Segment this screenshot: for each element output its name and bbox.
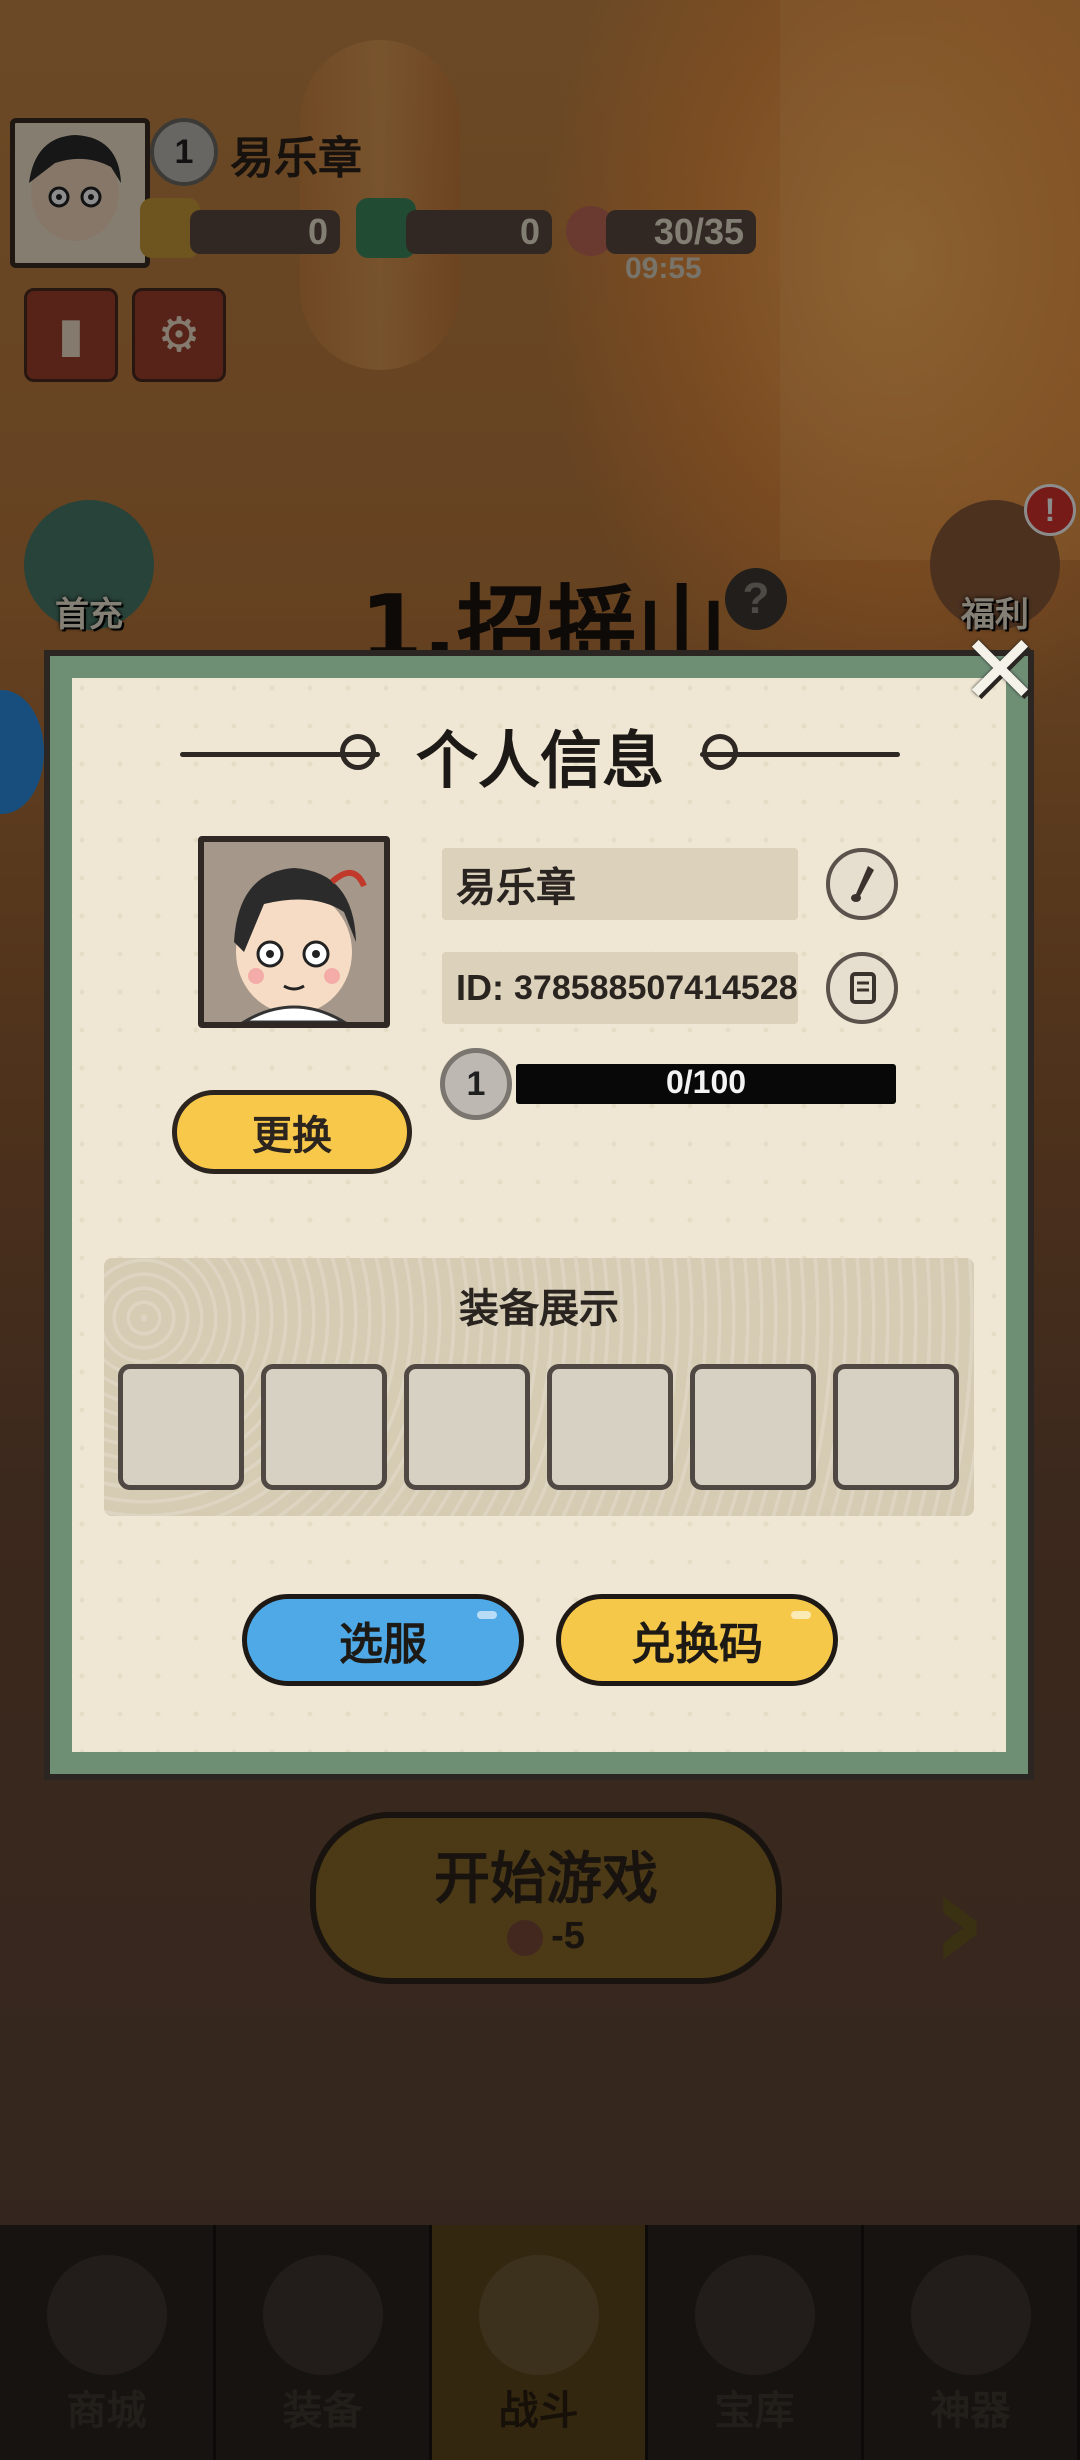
redeem-code-button[interactable]: 兑换码 (556, 1594, 838, 1686)
equipment-display-title: 装备展示 (459, 1286, 619, 1332)
character-portrait-icon (204, 842, 384, 1022)
equipment-slot[interactable] (690, 1364, 816, 1490)
dialog-title: 个人信息 (415, 724, 664, 797)
experience-bar: 0/100 (516, 1064, 896, 1104)
edit-brush-icon[interactable] (826, 848, 898, 920)
equipment-slot[interactable] (261, 1364, 387, 1490)
equipment-slot[interactable] (118, 1364, 244, 1490)
equipment-display-panel: 装备展示 (104, 1258, 974, 1516)
close-icon[interactable]: ✕ (960, 614, 1040, 726)
player-name-field: 易乐章 (442, 848, 798, 920)
equipment-slot[interactable] (833, 1364, 959, 1490)
equipment-slot[interactable] (404, 1364, 530, 1490)
player-id-value: 378588507414528 (514, 968, 798, 1007)
equipment-slot[interactable] (547, 1364, 673, 1490)
player-level-badge: 1 (440, 1048, 512, 1120)
player-id-prefix: ID: (456, 967, 504, 1008)
player-id-field: ID: 378588507414528 (442, 952, 798, 1024)
profile-avatar (198, 836, 390, 1028)
experience-text: 0/100 (665, 1064, 747, 1100)
personal-info-dialog (44, 650, 1034, 1780)
change-avatar-button[interactable]: 更换 (172, 1090, 412, 1174)
copy-id-icon[interactable] (826, 952, 898, 1024)
select-server-button[interactable]: 选服 (242, 1594, 524, 1686)
